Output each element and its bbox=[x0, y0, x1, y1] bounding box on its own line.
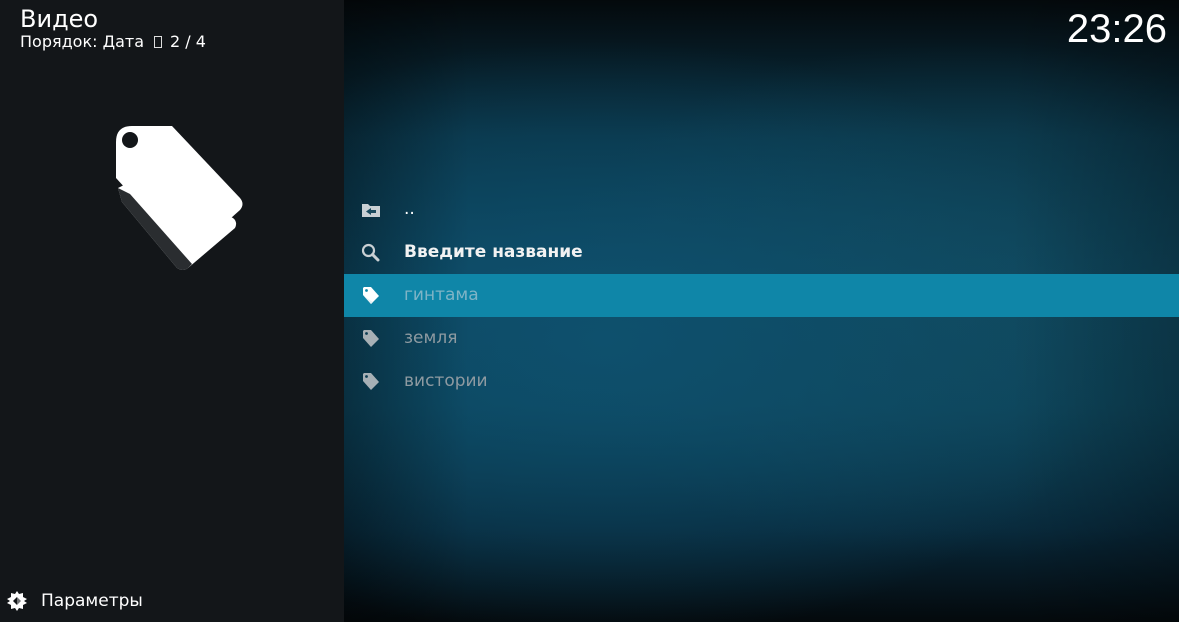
tags-icon bbox=[116, 126, 243, 270]
list-item-label: Введите название bbox=[404, 242, 583, 262]
list-item-parent[interactable]: .. bbox=[344, 188, 1179, 231]
gear-icon bbox=[7, 591, 27, 611]
clock: 23:26 bbox=[1066, 7, 1167, 51]
sort-label: Порядок: Дата bbox=[20, 32, 145, 51]
item-position: 2 / 4 bbox=[170, 32, 206, 51]
separator-glyph bbox=[154, 36, 163, 48]
list-item-label: .. bbox=[404, 199, 415, 219]
folder-back-icon bbox=[362, 204, 380, 217]
settings-label: Параметры bbox=[41, 591, 143, 611]
tag-icon bbox=[363, 330, 379, 347]
list-item-label: вистории bbox=[404, 371, 488, 391]
left-panel bbox=[0, 0, 344, 622]
window-title: Видео bbox=[20, 5, 99, 33]
tag-icon bbox=[363, 373, 379, 390]
search-icon bbox=[361, 243, 380, 262]
sort-info: Порядок: Дата 2 / 4 bbox=[20, 32, 206, 52]
list-item-tag[interactable]: земля bbox=[344, 317, 1179, 360]
list-item-search[interactable]: Введите название bbox=[344, 231, 1179, 274]
screen: Видео Порядок: Дата 2 / 4 23:26 .. Введит… bbox=[0, 0, 1179, 622]
list-item-tag[interactable]: вистории bbox=[344, 360, 1179, 403]
list-item-label: гинтама bbox=[404, 285, 479, 305]
settings-button[interactable]: Параметры bbox=[6, 589, 143, 613]
list-item-label: земля bbox=[404, 328, 458, 348]
list-item-tag-selected[interactable]: гинтама bbox=[344, 274, 1179, 317]
item-list: .. Введите название гинтама земля вистор… bbox=[344, 188, 1179, 403]
tag-icon bbox=[363, 287, 379, 304]
